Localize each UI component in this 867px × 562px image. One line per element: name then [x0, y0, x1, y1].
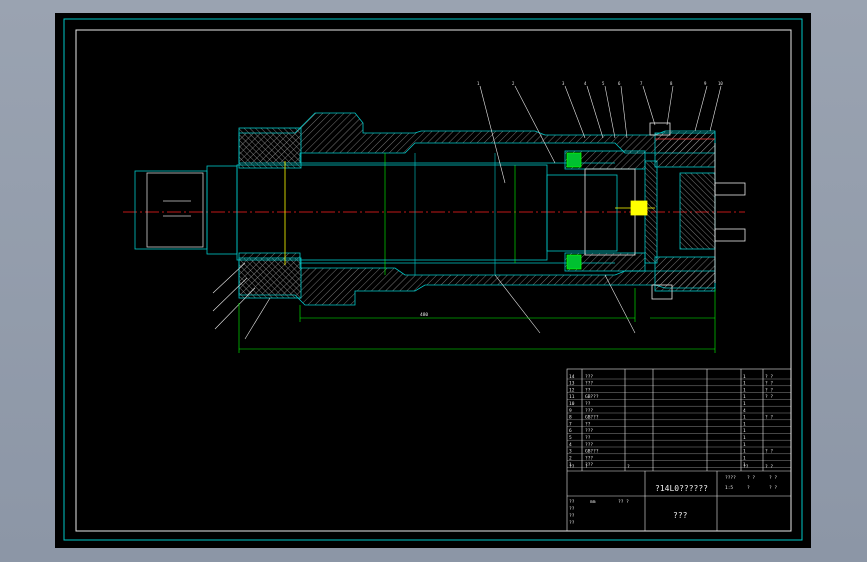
- motor-unit: [134, 165, 238, 255]
- svg-text:1: 1: [477, 81, 480, 86]
- title-block-right-label: ?: [747, 485, 750, 491]
- svg-text:8: 8: [670, 81, 673, 86]
- title-block-right-label: ????: [725, 475, 736, 481]
- title-block-cell: 1: [743, 442, 746, 448]
- title-block-header: ?: [627, 464, 630, 470]
- title-block-right-label: ? ?: [769, 485, 777, 491]
- title-block-cell: ???: [585, 428, 593, 434]
- title-block-rows: 14??? 1? ?13??? 1? ?12?? 1? ?11 GB??? 1? ?10?…: [567, 374, 791, 526]
- title-block-cell: 14: [569, 374, 575, 380]
- sign-col-label: ?? ?: [618, 499, 629, 505]
- title-block-cell: ? ?: [765, 387, 773, 393]
- title-block-cell: 1: [743, 421, 746, 427]
- title-block-cell: 1: [743, 435, 746, 441]
- title-block-right-label: 1:5: [725, 485, 733, 491]
- svg-text:3: 3: [562, 81, 565, 86]
- spindle-shaft: [236, 161, 618, 265]
- title-block-cell: ? ?: [765, 381, 773, 387]
- title-block-cell: 8: [569, 415, 572, 421]
- title-block-cell: 7: [569, 421, 572, 427]
- drawing-title: ?14L0??????: [655, 484, 708, 493]
- title-block-cell: 11: [569, 394, 575, 400]
- title-block-cell: GB???: [585, 415, 599, 421]
- title-block-cell: 1: [743, 428, 746, 434]
- title-block-cell: 2: [569, 455, 572, 461]
- title-block-cell: ??: [585, 387, 591, 393]
- title-block-cell: 1: [743, 449, 746, 455]
- svg-text:9: 9: [704, 81, 707, 86]
- title-block-cell: 1: [743, 394, 746, 400]
- title-block-cell: 1: [743, 415, 746, 421]
- title-block-cell: 1: [743, 387, 746, 393]
- svg-text:10: 10: [718, 81, 723, 86]
- title-block-cell: ???: [585, 455, 593, 461]
- title-block-cell: 1: [743, 401, 746, 407]
- title-block: [566, 368, 792, 532]
- title-block-cell: 1: [743, 381, 746, 387]
- title-block-cell: 3: [569, 449, 572, 455]
- title-block-right-label: ? ?: [769, 475, 777, 481]
- title-block-cell: 5: [569, 435, 572, 441]
- title-block-cell: ???: [585, 408, 593, 414]
- title-block-cell: 1: [743, 374, 746, 380]
- title-block-cell: GB???: [585, 449, 599, 455]
- title-block-cell: 1: [743, 455, 746, 461]
- title-block-right-label: ? ?: [747, 475, 755, 481]
- title-block-cell: ? ?: [765, 394, 773, 400]
- sign-row-label: ??: [569, 506, 575, 512]
- title-block-cell: ??: [585, 401, 591, 407]
- title-block-header: ??: [743, 464, 749, 470]
- sign-row-label: ??: [569, 513, 575, 519]
- title-block-cell: ???: [585, 442, 593, 448]
- cad-viewport[interactable]: 1 2 3 4 5 6 7 8 9 10 480 14 ??? 1 ? ? 13…: [55, 13, 811, 548]
- sign-col-label: mm: [590, 500, 596, 505]
- title-block-cell: ???: [585, 381, 593, 387]
- title-block-cell: GB???: [585, 394, 599, 400]
- title-block-cell: ? ?: [765, 374, 773, 380]
- title-block-cell: 10: [569, 401, 575, 407]
- svg-text:5: 5: [602, 81, 605, 86]
- balloon-labels-top: 1 2 3 4 5 6 7 8 9 10: [477, 81, 723, 86]
- title-block-cell: 9: [569, 408, 572, 414]
- title-block-cell: 4: [743, 408, 746, 414]
- title-block-cell: 6: [569, 428, 572, 434]
- sign-row-label: ??: [569, 499, 575, 505]
- title-block-cell: ??: [585, 421, 591, 427]
- dimension-value: 480: [420, 312, 428, 318]
- sign-row-label: ??: [569, 520, 575, 526]
- title-block-cell: 4: [569, 442, 572, 448]
- title-block-cell: ???: [585, 374, 593, 380]
- svg-text:2: 2: [512, 81, 515, 86]
- title-block-cell: 12: [569, 387, 575, 393]
- title-block-cell: 13: [569, 381, 575, 387]
- drawing-subtitle: ???: [673, 511, 688, 520]
- title-block-cell: ? ?: [765, 449, 773, 455]
- title-block-header: ?: [585, 464, 588, 470]
- spindle-assembly-drawing: 1 2 3 4 5 6 7 8 9 10 480 14 ??? 1 ? ?13 …: [63, 18, 803, 541]
- svg-text:6: 6: [618, 81, 621, 86]
- title-block-cell: ? ?: [765, 415, 773, 421]
- title-block-cell: ??: [585, 435, 591, 441]
- svg-text:7: 7: [640, 81, 643, 86]
- svg-text:4: 4: [584, 81, 587, 86]
- title-block-header: ??: [569, 464, 575, 470]
- title-block-header: ? ?: [765, 464, 773, 470]
